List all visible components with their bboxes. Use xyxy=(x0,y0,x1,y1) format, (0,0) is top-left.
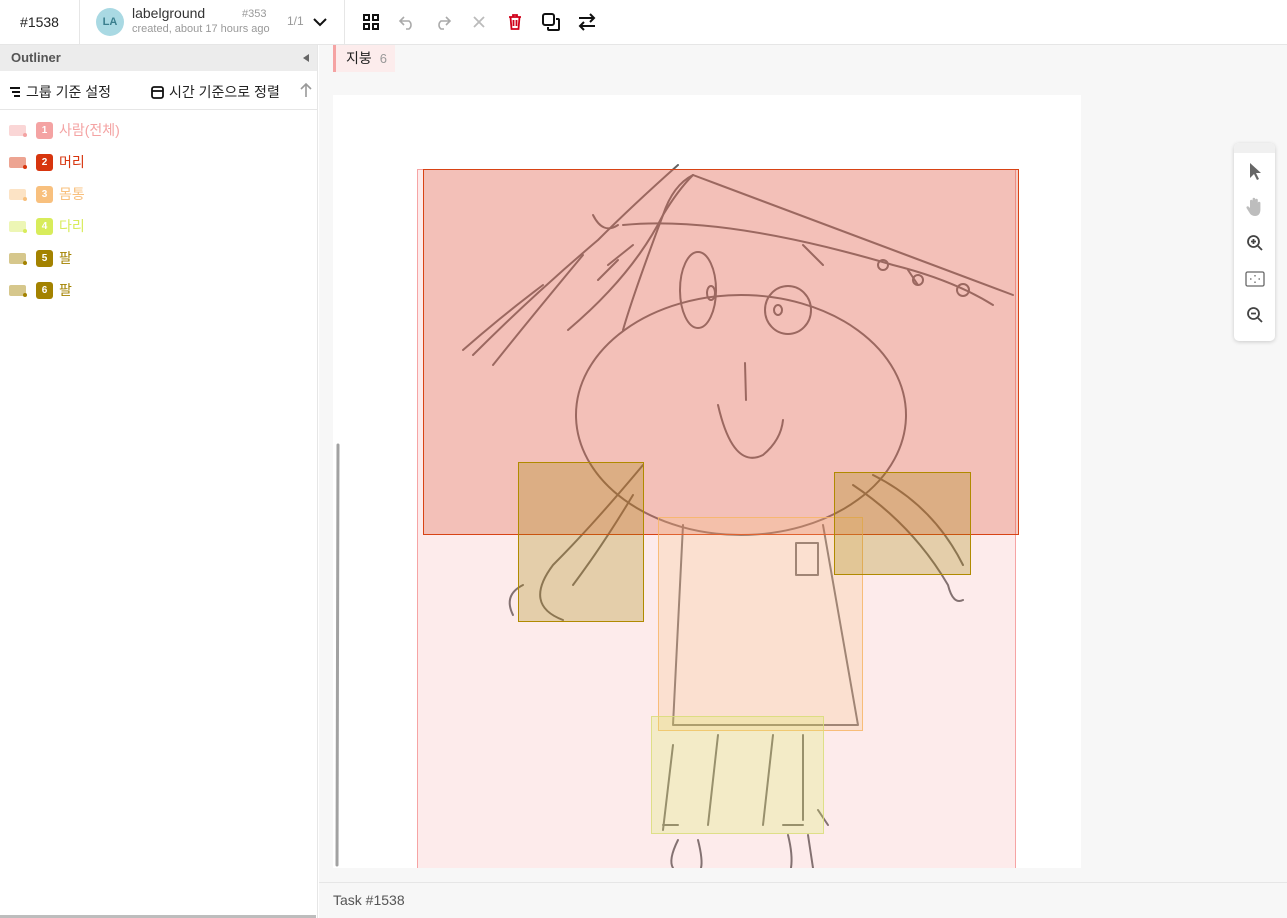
status-text: Task #1538 xyxy=(333,892,405,908)
region-index-badge: 1 xyxy=(36,121,53,139)
annotation-number: #353 xyxy=(242,8,267,20)
copy-icon[interactable] xyxy=(539,10,563,34)
label-chip-name: 지붕 xyxy=(346,50,372,66)
region-box-torso[interactable] xyxy=(658,517,863,731)
main-canvas-area: 지붕 6 xyxy=(319,45,1287,882)
annotation-count: 1/1 xyxy=(287,14,304,28)
region-list-item[interactable]: 6팔 xyxy=(0,274,317,306)
label-chip[interactable]: 지붕 6 xyxy=(333,45,395,72)
region-list-item[interactable]: 5팔 xyxy=(0,242,317,274)
hand-icon[interactable] xyxy=(1234,189,1275,225)
region-box-legs[interactable] xyxy=(651,716,824,834)
polygon-region-icon xyxy=(9,155,27,169)
region-label: 몸통 xyxy=(59,186,85,202)
outliner-header: Outliner xyxy=(0,45,317,71)
calendar-icon xyxy=(151,85,164,99)
pointer-icon[interactable] xyxy=(1234,153,1275,189)
fit-icon[interactable] xyxy=(1234,261,1275,297)
region-index-badge: 2 xyxy=(36,153,53,171)
avatar: LA xyxy=(96,8,124,36)
region-index-badge: 5 xyxy=(36,249,53,267)
polygon-region-icon xyxy=(9,283,27,297)
polygon-region-icon xyxy=(9,219,27,233)
annotation-created: created, about 17 hours ago xyxy=(132,23,270,35)
group-by-label: 그룹 기준 설정 xyxy=(26,84,112,100)
swap-icon[interactable] xyxy=(575,10,599,34)
region-index-badge: 4 xyxy=(36,217,53,235)
zoom-out-icon[interactable] xyxy=(1234,297,1275,333)
annotation-selector[interactable]: LA labelground created, about 17 hours a… xyxy=(80,0,345,44)
order-label: 시간 기준으로 정렬 xyxy=(169,84,280,100)
region-box-arm-left[interactable] xyxy=(518,462,644,622)
outliner-panel: Outliner 그룹 기준 설정 시간 기준으로 정렬 1 사람(전체) 2 머리 3… xyxy=(0,45,318,918)
image-canvas[interactable] xyxy=(333,95,1081,868)
region-list-item[interactable]: 2 머리 xyxy=(0,146,317,178)
region-index-badge: 3 xyxy=(36,185,53,203)
grid-view-icon[interactable] xyxy=(359,10,383,34)
polygon-region-icon xyxy=(9,251,27,265)
task-id: #1538 xyxy=(0,0,80,44)
zoom-toolbar xyxy=(1234,143,1275,341)
polygon-region-icon xyxy=(9,123,27,137)
zoom-in-icon[interactable] xyxy=(1234,225,1275,261)
list-icon xyxy=(10,87,20,97)
delete-icon[interactable] xyxy=(503,10,527,34)
redo-icon[interactable] xyxy=(431,10,455,34)
clear-icon[interactable] xyxy=(467,10,491,34)
region-label: 머리 xyxy=(59,154,85,170)
group-by-button[interactable]: 그룹 기준 설정 xyxy=(9,82,111,102)
region-label: 사람(전체) xyxy=(59,122,120,138)
region-label: 다리 xyxy=(59,218,85,234)
chevron-down-icon[interactable] xyxy=(310,12,330,32)
region-list-item[interactable]: 3 몸통 xyxy=(0,178,317,210)
polygon-region-icon xyxy=(9,187,27,201)
region-list: 1 사람(전체) 2 머리 3 몸통 4 다리 5 팔 6 팔 xyxy=(0,110,317,306)
annotation-user: labelground xyxy=(132,5,206,21)
undo-icon[interactable] xyxy=(395,10,419,34)
outliner-title: Outliner xyxy=(11,50,61,65)
region-box-arm-right[interactable] xyxy=(834,472,971,575)
status-bar: Task #1538 xyxy=(319,882,1287,918)
region-list-item[interactable]: 1 사람(전체) xyxy=(0,114,317,146)
order-button[interactable]: 시간 기준으로 정렬 xyxy=(151,82,280,102)
outliner-controls: 그룹 기준 설정 시간 기준으로 정렬 xyxy=(0,71,317,110)
region-label: 팔 xyxy=(59,282,72,298)
collapse-panel-icon[interactable] xyxy=(303,54,309,62)
label-chip-count: 6 xyxy=(379,51,387,66)
region-list-item[interactable]: 4 다리 xyxy=(0,210,317,242)
region-index-badge: 6 xyxy=(36,281,53,299)
region-label: 팔 xyxy=(59,250,72,266)
top-toolbar: #1538 LA labelground created, about 17 h… xyxy=(0,0,1287,45)
sort-direction-icon[interactable] xyxy=(300,82,312,101)
